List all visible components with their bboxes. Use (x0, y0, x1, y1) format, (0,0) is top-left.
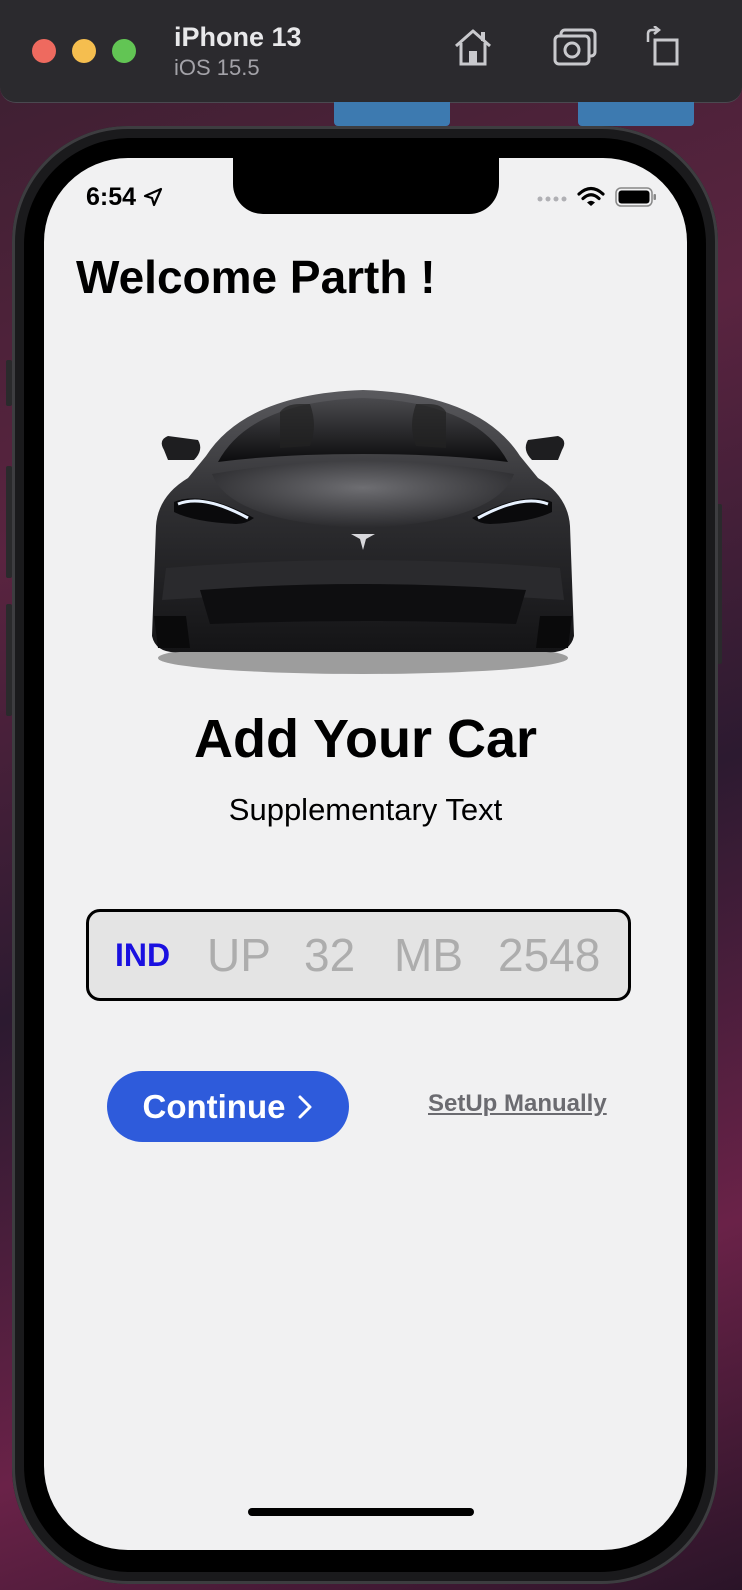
home-indicator[interactable] (248, 1508, 474, 1516)
location-icon (143, 187, 163, 207)
car-image (152, 390, 574, 674)
status-time: 6:54 (86, 183, 163, 212)
notch (233, 158, 499, 214)
plate-country-code: IND (115, 936, 171, 973)
setup-manually-link[interactable]: SetUp Manually (428, 1090, 607, 1118)
wifi-icon (577, 186, 605, 206)
plate-number-field[interactable]: 2548 (498, 928, 600, 982)
chevron-right-icon (298, 1095, 312, 1118)
license-plate-input[interactable]: IND UP 32 MB 2548 (86, 909, 631, 1001)
status-indicators (537, 186, 657, 208)
plate-series-field[interactable]: MB (394, 928, 463, 982)
signal-icon (537, 196, 567, 202)
screenshot-icon[interactable] (552, 26, 598, 73)
page-title: Add Your Car (193, 709, 538, 769)
app-screen: 6:54 Welcome Parth ! Add Your Car Supple… (44, 158, 687, 1550)
background-window-edge (334, 102, 450, 126)
clock: 6:54 (86, 183, 137, 211)
zoom-window-button[interactable] (112, 39, 136, 63)
plate-district-field[interactable]: 32 (304, 928, 355, 982)
simulator-title-bar: iPhone 13 iOS 15.5 (0, 0, 742, 103)
rotate-icon[interactable] (644, 25, 680, 73)
welcome-heading: Welcome Parth ! (76, 251, 436, 303)
minimize-window-button[interactable] (72, 39, 96, 63)
continue-button[interactable]: Continue (107, 1071, 349, 1142)
battery-icon (615, 187, 656, 207)
plate-state-field[interactable]: UP (207, 928, 271, 982)
continue-label: Continue (142, 1087, 286, 1125)
device-name: iPhone 13 (174, 22, 302, 52)
background-window-edge (578, 102, 694, 126)
close-window-button[interactable] (32, 39, 56, 63)
home-icon[interactable] (452, 26, 494, 73)
os-version: iOS 15.5 (174, 55, 260, 80)
page-subtitle: Supplementary Text (228, 792, 503, 827)
